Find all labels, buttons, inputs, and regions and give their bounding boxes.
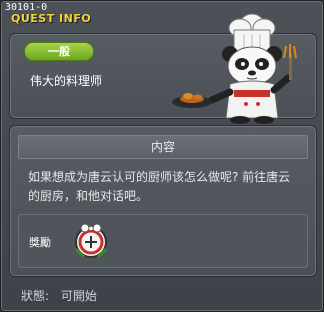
status-value: 可開始: [60, 289, 97, 303]
quest-description: 如果想成为唐云认可的厨师该怎么做呢? 前往唐云的厨房，和他对话吧。: [28, 170, 291, 203]
reward-label: 獎勵: [29, 236, 51, 249]
panda-chef-icon: [172, 13, 297, 124]
quest-status: 狀態: 可開始: [21, 287, 105, 304]
status-label: 狀態:: [21, 289, 50, 303]
quest-name: 伟大的料理师: [30, 74, 103, 88]
quest-content-panel: 内容 如果想成为唐云认可的厨师该怎么做呢? 前往唐云的厨房，和他对话吧。 獎勵: [9, 125, 317, 277]
quest-summary-panel: 一般 伟大的料理师: [9, 13, 317, 124]
category-badge: 一般: [24, 42, 94, 61]
quest-info-window: 30101-0 QUEST INFO 一般 伟大的料理师 内容 如果想成为唐云认…: [0, 0, 324, 312]
content-header: 内容: [18, 135, 308, 159]
reward-box: 獎勵: [18, 214, 308, 268]
window-title: QUEST INFO: [11, 12, 92, 25]
chef-badge-icon[interactable]: [71, 220, 111, 260]
